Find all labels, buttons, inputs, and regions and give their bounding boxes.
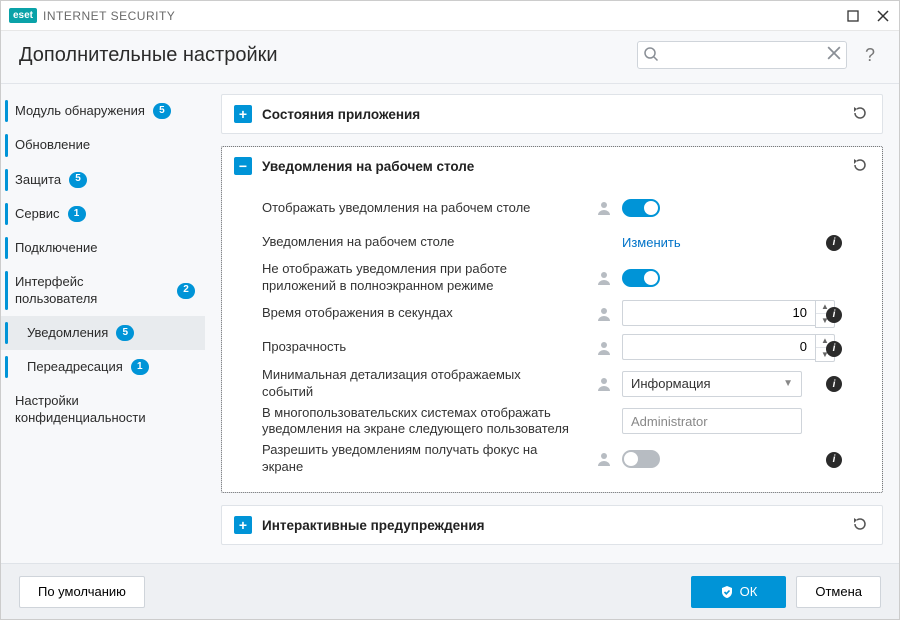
user-icon <box>596 200 612 216</box>
setting-label: Минимальная детализация отображаемых соб… <box>262 367 572 401</box>
user-icon <box>596 340 612 356</box>
sidebar-item-privacy[interactable]: Настройки конфиденциальности <box>1 384 205 435</box>
user-icon <box>596 451 612 467</box>
setting-label: Время отображения в секундах <box>262 305 572 322</box>
expand-icon[interactable]: + <box>234 105 252 123</box>
sidebar-item-label: Настройки конфиденциальности <box>15 393 195 426</box>
panel-header[interactable]: + Интерактивные предупреждения <box>222 506 882 544</box>
sidebar: Модуль обнаружения 5 Обновление Защита 5… <box>1 84 211 563</box>
sidebar-item-label: Модуль обнаружения <box>15 103 145 119</box>
panel-title: Состояния приложения <box>262 107 842 122</box>
setting-label: Отображать уведомления на рабочем столе <box>262 200 572 217</box>
min-detail-select[interactable]: Информация ▼ <box>622 371 802 397</box>
ok-button[interactable]: ОК <box>691 576 787 608</box>
search-input[interactable] <box>637 41 847 69</box>
setting-label: Прозрачность <box>262 339 572 356</box>
info-icon[interactable]: i <box>826 376 842 392</box>
button-label: Отмена <box>815 584 862 599</box>
sidebar-item-label: Уведомления <box>27 325 108 341</box>
chevron-down-icon: ▼ <box>783 378 793 389</box>
panel-title: Уведомления на рабочем столе <box>262 159 842 174</box>
brand-badge: eset <box>9 8 37 23</box>
sidebar-item-label: Защита <box>15 172 61 188</box>
sidebar-item-label: Переадресация <box>27 359 123 375</box>
window-close-icon[interactable] <box>875 8 891 24</box>
defaults-button[interactable]: По умолчанию <box>19 576 145 608</box>
panel-header[interactable]: + Состояния приложения <box>222 95 882 133</box>
clear-search-icon[interactable] <box>827 46 841 60</box>
info-icon[interactable]: i <box>826 341 842 357</box>
sidebar-item-service[interactable]: Сервис 1 <box>1 197 205 231</box>
help-button[interactable]: ? <box>859 45 881 66</box>
revert-icon[interactable] <box>852 516 870 534</box>
shield-icon <box>720 585 734 599</box>
toggle-show-desktop[interactable] <box>622 199 660 217</box>
sidebar-badge: 1 <box>131 359 149 375</box>
setting-label: В многопользовательских системах отображ… <box>262 405 572 439</box>
sidebar-item-label: Сервис <box>15 206 60 222</box>
sidebar-item-forwarding[interactable]: Переадресация 1 <box>1 350 205 384</box>
sidebar-item-label: Подключение <box>15 240 97 256</box>
sidebar-item-update[interactable]: Обновление <box>1 128 205 162</box>
toggle-allow-focus[interactable] <box>622 450 660 468</box>
collapse-icon[interactable]: − <box>234 157 252 175</box>
sidebar-badge: 5 <box>116 325 134 341</box>
sidebar-item-detection[interactable]: Модуль обнаружения 5 <box>1 94 205 128</box>
button-label: По умолчанию <box>38 584 126 599</box>
user-icon <box>596 376 612 392</box>
sidebar-item-ui[interactable]: Интерфейс пользователя 2 <box>1 265 205 316</box>
sidebar-badge: 5 <box>69 172 87 188</box>
panel-desktop-notifications: − Уведомления на рабочем столе Отображат… <box>221 146 883 493</box>
setting-label: Не отображать уведомления при работе при… <box>262 261 572 295</box>
sidebar-badge: 5 <box>153 103 171 119</box>
multiuser-display-user[interactable]: Administrator <box>622 408 802 434</box>
button-label: ОК <box>740 584 758 599</box>
toggle-hide-fullscreen[interactable] <box>622 269 660 287</box>
select-value: Информация <box>631 376 711 391</box>
app-logo: eset INTERNET SECURITY <box>9 8 175 23</box>
sidebar-item-protection[interactable]: Защита 5 <box>1 163 205 197</box>
panel-interactive-alerts: + Интерактивные предупреждения <box>221 505 883 545</box>
content: + Состояния приложения − Уведомления на … <box>211 84 899 563</box>
sidebar-badge: 1 <box>68 206 86 222</box>
display-seconds-input[interactable] <box>622 300 815 326</box>
revert-icon[interactable] <box>852 105 870 123</box>
page-title: Дополнительные настройки <box>19 44 278 67</box>
info-icon[interactable]: i <box>826 307 842 323</box>
info-icon[interactable]: i <box>826 235 842 251</box>
sidebar-item-notifications[interactable]: Уведомления 5 <box>1 316 205 350</box>
revert-icon[interactable] <box>852 157 870 175</box>
sidebar-item-label: Обновление <box>15 137 90 153</box>
user-icon <box>596 270 612 286</box>
titlebar: eset INTERNET SECURITY <box>1 1 899 31</box>
info-icon[interactable]: i <box>826 452 842 468</box>
edit-link[interactable]: Изменить <box>622 235 681 250</box>
setting-label: Разрешить уведомлениям получать фокус на… <box>262 442 572 476</box>
expand-icon[interactable]: + <box>234 516 252 534</box>
sidebar-item-label: Интерфейс пользователя <box>15 274 169 307</box>
search-box[interactable] <box>637 41 847 69</box>
transparency-input[interactable] <box>622 334 815 360</box>
panel-header[interactable]: − Уведомления на рабочем столе <box>222 147 882 185</box>
brand-name: INTERNET SECURITY <box>43 9 175 23</box>
search-icon <box>643 46 659 62</box>
header: Дополнительные настройки ? <box>1 31 899 84</box>
text-value: Administrator <box>631 414 708 429</box>
sidebar-badge: 2 <box>177 283 195 299</box>
panel-app-states: + Состояния приложения <box>221 94 883 134</box>
footer: По умолчанию ОК Отмена <box>1 563 899 619</box>
cancel-button[interactable]: Отмена <box>796 576 881 608</box>
window-maximize-icon[interactable] <box>845 8 861 24</box>
sidebar-item-connection[interactable]: Подключение <box>1 231 205 265</box>
user-icon <box>596 306 612 322</box>
panel-title: Интерактивные предупреждения <box>262 518 842 533</box>
setting-label: Уведомления на рабочем столе <box>262 234 572 251</box>
